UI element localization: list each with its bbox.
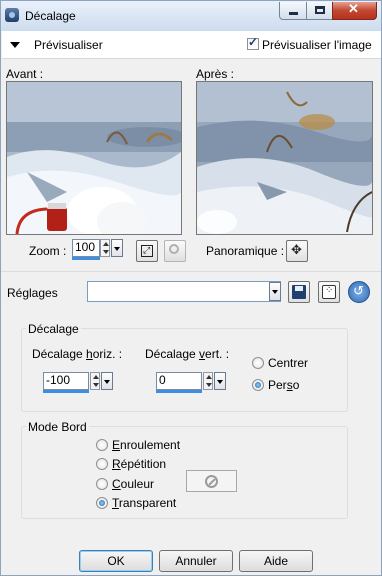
horizontal-offset-input[interactable]: -100 bbox=[43, 372, 89, 390]
edge-mode-group-title: Mode Bord bbox=[26, 420, 89, 434]
dialog-window: Décalage ✕ Prévisualiser ✓ Prévisualiser… bbox=[0, 0, 382, 576]
vertical-offset-dropdown[interactable] bbox=[214, 372, 226, 390]
close-button[interactable]: ✕ bbox=[332, 1, 377, 20]
help-button[interactable]: Aide bbox=[239, 550, 313, 572]
window-title: Décalage bbox=[25, 9, 76, 23]
horizontal-offset-label: Décalage horiz. : bbox=[32, 347, 123, 361]
vertical-offset-value: 0 bbox=[159, 373, 166, 387]
vertical-offset-label: Décalage vert. : bbox=[145, 347, 230, 361]
repeat-label[interactable]: Répétition bbox=[112, 457, 166, 471]
settings-label: Réglages bbox=[7, 286, 58, 300]
zoom-fit-button[interactable]: ⤢ bbox=[136, 240, 158, 262]
horizontal-offset-slider[interactable] bbox=[43, 390, 89, 393]
vertical-offset-input[interactable]: 0 bbox=[156, 372, 202, 390]
color-label[interactable]: Couleur bbox=[112, 477, 154, 491]
pan-button[interactable]: ✥ bbox=[286, 240, 308, 262]
close-icon: ✕ bbox=[348, 1, 359, 16]
maximize-icon bbox=[315, 6, 325, 14]
transparent-label[interactable]: Transparent bbox=[112, 496, 176, 510]
preview-toggle-label[interactable]: Prévisualiser bbox=[34, 38, 103, 52]
pan-label: Panoramique : bbox=[206, 244, 285, 258]
before-label: Avant : bbox=[6, 67, 44, 81]
zoom-slider[interactable] bbox=[72, 257, 100, 260]
transparent-radio[interactable] bbox=[96, 497, 108, 509]
horizontal-offset-spinner[interactable] bbox=[90, 372, 100, 390]
app-icon bbox=[5, 8, 19, 22]
move-cross-icon: ✥ bbox=[291, 242, 302, 257]
zoom-dropdown-button[interactable] bbox=[111, 239, 123, 257]
after-preview-image[interactable] bbox=[196, 81, 373, 235]
zoom-spinner[interactable] bbox=[100, 239, 110, 257]
settings-combo[interactable] bbox=[87, 281, 281, 302]
horizontal-offset-value: -100 bbox=[46, 373, 71, 387]
zoom-input[interactable]: 100 bbox=[72, 239, 100, 257]
maximize-button[interactable] bbox=[306, 2, 333, 20]
checkmark-icon: ✓ bbox=[248, 35, 259, 49]
reset-button[interactable]: ↺ bbox=[348, 281, 370, 303]
minimize-icon bbox=[289, 12, 298, 15]
after-label: Après : bbox=[196, 67, 235, 81]
custom-radio[interactable] bbox=[252, 379, 264, 391]
offset-group bbox=[21, 328, 348, 412]
cancel-button[interactable]: Annuler bbox=[159, 550, 233, 572]
before-preview-image[interactable] bbox=[6, 81, 182, 235]
custom-label[interactable]: Perso bbox=[268, 378, 299, 392]
offset-group-title: Décalage bbox=[26, 322, 81, 336]
title-bar[interactable]: Décalage ✕ bbox=[1, 1, 381, 31]
center-label[interactable]: Centrer bbox=[268, 356, 308, 370]
zoom-label: Zoom : bbox=[29, 244, 67, 258]
settings-value bbox=[88, 281, 92, 297]
color-swatch[interactable] bbox=[186, 470, 237, 492]
divider bbox=[1, 271, 381, 272]
reset-arrow-icon: ↺ bbox=[353, 283, 364, 298]
collapse-arrow-icon[interactable] bbox=[10, 42, 20, 48]
center-radio[interactable] bbox=[252, 357, 264, 369]
edge-mode-group bbox=[21, 426, 348, 519]
floppy-label-icon bbox=[295, 286, 303, 291]
dice-dots-icon: ⁘ bbox=[325, 285, 334, 296]
randomize-button[interactable]: ⁘ bbox=[318, 281, 340, 303]
wrap-label[interactable]: Enroulement bbox=[112, 438, 180, 452]
minimize-button[interactable] bbox=[279, 2, 307, 20]
zoom-actual-button[interactable] bbox=[164, 240, 186, 262]
vertical-offset-slider[interactable] bbox=[156, 390, 202, 393]
zoom-value: 100 bbox=[75, 240, 96, 254]
horizontal-offset-dropdown[interactable] bbox=[101, 372, 113, 390]
save-preset-button[interactable] bbox=[288, 281, 310, 303]
preview-image-label[interactable]: Prévisualiser l'image bbox=[262, 38, 372, 52]
repeat-radio[interactable] bbox=[96, 458, 108, 470]
magnifier-icon bbox=[169, 244, 179, 254]
color-radio[interactable] bbox=[96, 478, 108, 490]
vertical-offset-spinner[interactable] bbox=[203, 372, 213, 390]
preview-image-checkbox[interactable]: ✓ bbox=[247, 35, 259, 50]
fit-arrow-icon: ⤢ bbox=[143, 245, 151, 255]
wrap-radio[interactable] bbox=[96, 439, 108, 451]
settings-dropdown-button[interactable] bbox=[269, 282, 281, 301]
ok-button[interactable]: OK bbox=[79, 550, 153, 572]
